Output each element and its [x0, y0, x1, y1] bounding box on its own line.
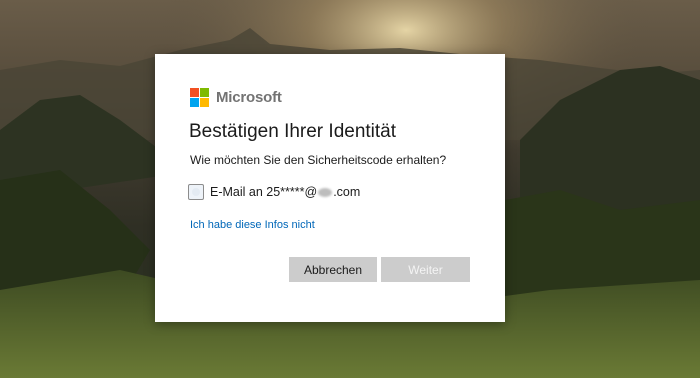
- page-title: Bestätigen Ihrer Identität: [189, 121, 397, 142]
- email-option-label: E-Mail an 25*****@ .com: [210, 185, 361, 199]
- identity-dialog: Microsoft Bestätigen Ihrer Identität Wie…: [155, 54, 505, 322]
- dialog-subtitle: Wie möchten Sie den Sicherheitscode erha…: [190, 153, 447, 167]
- cancel-button[interactable]: Abbrechen: [289, 257, 377, 282]
- microsoft-logo: Microsoft: [190, 88, 282, 107]
- logo-text: Microsoft: [216, 89, 282, 106]
- email-option-radio[interactable]: [188, 184, 204, 200]
- next-button[interactable]: Weiter: [381, 257, 470, 282]
- microsoft-logo-icon: [190, 88, 209, 107]
- email-option[interactable]: E-Mail an 25*****@ .com: [188, 184, 360, 200]
- redacted-blur: [318, 188, 333, 197]
- no-info-link[interactable]: Ich habe diese Infos nicht: [190, 219, 315, 231]
